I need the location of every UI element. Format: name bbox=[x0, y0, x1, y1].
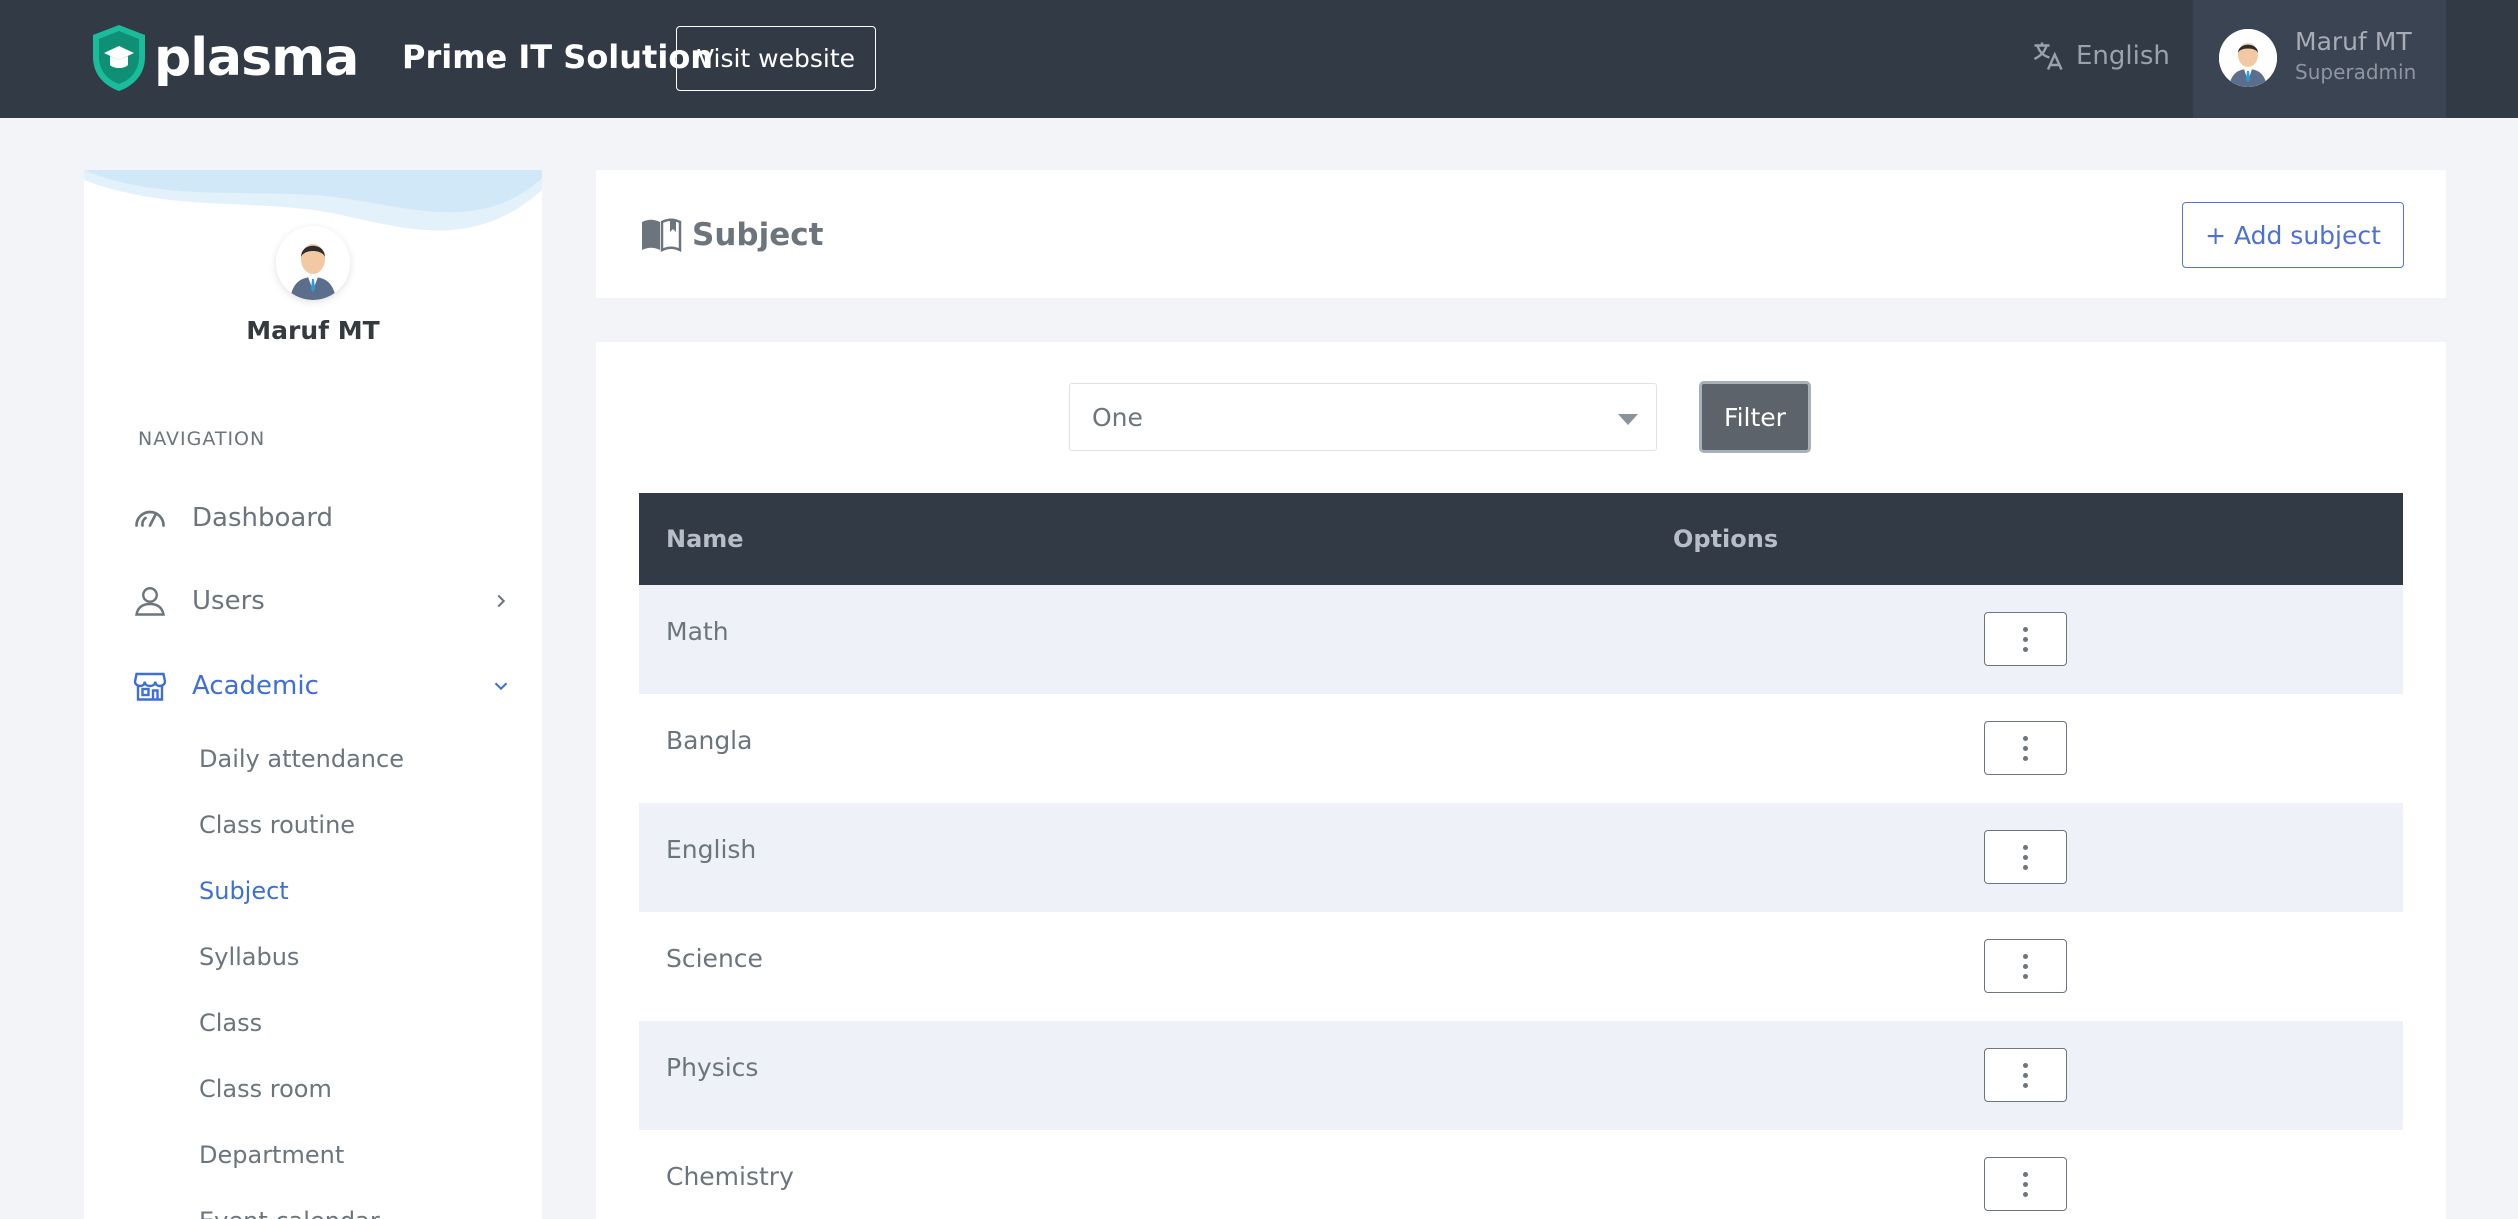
add-subject-button[interactable]: + Add subject bbox=[2182, 202, 2404, 268]
sidebar-item-academic[interactable]: Academic bbox=[132, 661, 512, 711]
class-select[interactable]: One bbox=[1069, 383, 1657, 451]
user-role: Superadmin bbox=[2295, 60, 2417, 84]
speedometer-icon bbox=[135, 510, 165, 527]
row-options-button[interactable] bbox=[1984, 1157, 2067, 1211]
top-navbar: plasma Prime IT Solution Visit website E… bbox=[0, 0, 2518, 118]
sidebar-subitem-subject[interactable]: Subject bbox=[199, 877, 289, 905]
filter-button[interactable]: Filter bbox=[1699, 381, 1811, 453]
kebab-dot bbox=[2023, 844, 2028, 850]
caret-down-icon bbox=[1618, 414, 1638, 425]
row-options-button[interactable] bbox=[1984, 612, 2067, 666]
subject-name: Physics bbox=[666, 1053, 759, 1082]
translate-icon bbox=[2033, 42, 2063, 70]
organization-name: Prime IT Solution bbox=[402, 38, 714, 76]
kebab-dot bbox=[2023, 963, 2028, 969]
kebab-dot bbox=[2023, 735, 2028, 741]
shield-logo-icon bbox=[93, 25, 145, 91]
book-icon bbox=[642, 218, 682, 253]
page-title: Subject bbox=[640, 216, 823, 254]
kebab-dot bbox=[2023, 1181, 2028, 1187]
sidebar: Maruf MT NAVIGATION Dashboard Users Acad… bbox=[84, 170, 542, 1219]
table-row: Chemistry bbox=[639, 1130, 2403, 1219]
kebab-dot bbox=[2023, 953, 2028, 959]
kebab-dot bbox=[2023, 854, 2028, 860]
visit-website-button[interactable]: Visit website bbox=[676, 26, 876, 91]
kebab-dot bbox=[2023, 1072, 2028, 1078]
row-options-button[interactable] bbox=[1984, 721, 2067, 775]
profile-name: Maruf MT bbox=[246, 316, 380, 345]
profile-avatar bbox=[276, 226, 350, 300]
language-label: English bbox=[2076, 41, 2170, 71]
subject-name: Math bbox=[666, 617, 729, 646]
subject-list-card: One Filter Name Options Math Bangla Engl… bbox=[596, 342, 2446, 1219]
page-header-card: Subject + Add subject bbox=[596, 170, 2446, 298]
kebab-dot bbox=[2023, 745, 2028, 751]
class-select-value: One bbox=[1092, 402, 1143, 432]
subject-name: English bbox=[666, 835, 757, 864]
logo-text: plasma bbox=[154, 28, 359, 88]
kebab-dot bbox=[2023, 1082, 2028, 1088]
kebab-dot bbox=[2023, 646, 2028, 652]
kebab-dot bbox=[2023, 973, 2028, 979]
navigation-heading: NAVIGATION bbox=[138, 428, 266, 450]
chevron-right-icon bbox=[497, 594, 506, 608]
row-options-button[interactable] bbox=[1984, 1048, 2067, 1102]
sidebar-subitem-syllabus[interactable]: Syllabus bbox=[199, 943, 299, 971]
sidebar-item-label: Academic bbox=[192, 671, 319, 701]
sidebar-item-users[interactable]: Users bbox=[132, 576, 512, 626]
table-header: Name Options bbox=[639, 493, 2403, 585]
subject-name: Bangla bbox=[666, 726, 753, 755]
user-name: Maruf MT bbox=[2295, 27, 2412, 56]
kebab-dot bbox=[2023, 1191, 2028, 1197]
kebab-dot bbox=[2023, 626, 2028, 632]
sidebar-subitem-class-room[interactable]: Class room bbox=[199, 1075, 332, 1103]
sidebar-item-label: Users bbox=[192, 586, 265, 616]
column-header-name: Name bbox=[666, 525, 744, 553]
sidebar-subitem-event-calendar[interactable]: Event calendar bbox=[199, 1207, 380, 1219]
kebab-dot bbox=[2023, 755, 2028, 761]
sidebar-item-label: Dashboard bbox=[192, 503, 334, 533]
row-options-button[interactable] bbox=[1984, 830, 2067, 884]
sidebar-subitem-daily-attendance[interactable]: Daily attendance bbox=[199, 745, 404, 773]
table-row: Math bbox=[639, 585, 2403, 694]
store-icon bbox=[133, 672, 167, 701]
language-selector[interactable]: English bbox=[2030, 34, 2170, 78]
kebab-dot bbox=[2023, 1171, 2028, 1177]
table-row: Bangla bbox=[639, 694, 2403, 803]
column-header-options: Options bbox=[1673, 525, 1779, 553]
subject-name: Science bbox=[666, 944, 763, 973]
kebab-dot bbox=[2023, 864, 2028, 870]
sidebar-subitem-department[interactable]: Department bbox=[199, 1141, 344, 1169]
chevron-down-icon bbox=[494, 682, 508, 691]
subject-table: Name Options Math Bangla English Science… bbox=[639, 493, 2403, 1219]
plasma-logo[interactable]: plasma bbox=[90, 22, 359, 94]
sidebar-subitem-class-routine[interactable]: Class routine bbox=[199, 811, 355, 839]
subject-name: Chemistry bbox=[666, 1162, 794, 1191]
sidebar-item-dashboard[interactable]: Dashboard bbox=[132, 493, 512, 543]
table-row: Science bbox=[639, 912, 2403, 1021]
row-options-button[interactable] bbox=[1984, 939, 2067, 993]
sidebar-subitem-class[interactable]: Class bbox=[199, 1009, 262, 1037]
table-row: English bbox=[639, 803, 2403, 912]
avatar bbox=[2219, 29, 2277, 87]
user-icon bbox=[135, 587, 165, 616]
table-row: Physics bbox=[639, 1021, 2403, 1130]
kebab-dot bbox=[2023, 1062, 2028, 1068]
user-menu[interactable]: Maruf MT Superadmin bbox=[2193, 0, 2446, 118]
kebab-dot bbox=[2023, 636, 2028, 642]
